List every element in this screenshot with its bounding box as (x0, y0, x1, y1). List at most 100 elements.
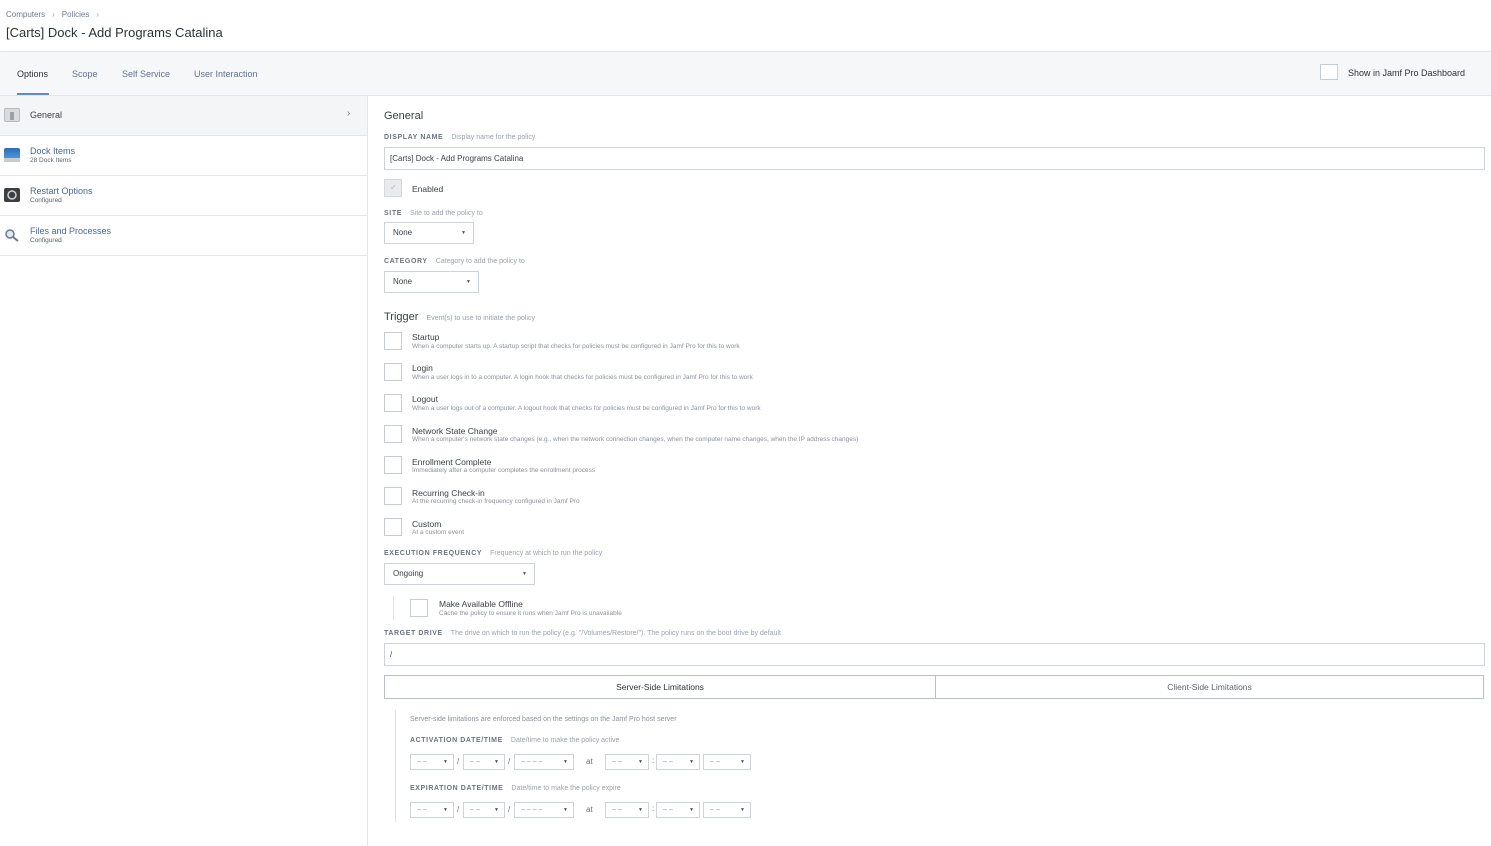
tab-scope[interactable]: Scope (72, 69, 98, 79)
dashboard-checkbox[interactable] (1320, 64, 1338, 80)
trigger-network-state-checkbox[interactable] (384, 425, 402, 443)
target-drive-field[interactable]: / (384, 643, 1485, 666)
expiration-hour-select[interactable]: – – ▼ (605, 802, 649, 818)
trigger-logout-desc: When a user logs out of a computer. A lo… (412, 405, 761, 412)
activation-day-select[interactable]: – – ▼ (463, 754, 505, 770)
trigger-network-state-title: Network State Change (412, 426, 498, 436)
activation-month-select[interactable]: – – ▼ (410, 754, 454, 770)
trigger-login-title: Login (412, 363, 433, 373)
chevron-down-icon: ▼ (494, 807, 499, 813)
offline-checkbox[interactable] (410, 599, 428, 617)
chevron-down-icon: ▼ (563, 759, 568, 765)
chevron-down-icon: ▼ (461, 230, 466, 236)
chevron-down-icon: ▼ (740, 759, 745, 765)
chevron-down-icon: ▼ (638, 759, 643, 765)
date-separator: / (457, 805, 460, 814)
trigger-enrollment-title: Enrollment Complete (412, 457, 492, 467)
chevron-down-icon: ▼ (563, 807, 568, 813)
trigger-hint: Event(s) to use to initiate the policy (426, 315, 535, 322)
expiration-label: EXPIRATION DATE/TIME Date/time to make th… (410, 785, 621, 792)
breadcrumb-computers[interactable]: Computers (6, 10, 45, 19)
chevron-down-icon: ▼ (638, 807, 643, 813)
target-drive-label-text: TARGET DRIVE (384, 630, 443, 637)
select-placeholder: – – (417, 806, 427, 813)
general-icon (4, 108, 20, 122)
site-label-text: SITE (384, 210, 402, 217)
enabled-checkbox[interactable] (384, 179, 402, 197)
breadcrumb-policies[interactable]: Policies (62, 10, 90, 19)
expiration-day-select[interactable]: – – ▼ (463, 802, 505, 818)
activation-minute-select[interactable]: – – ▼ (656, 754, 700, 770)
tab-server-side-limitations[interactable]: Server-Side Limitations (384, 675, 936, 699)
sidebar-item-restart-options[interactable]: Restart Options Configured (0, 176, 367, 216)
trigger-recurring-title: Recurring Check-in (412, 488, 485, 498)
select-placeholder: – – (663, 806, 673, 813)
execution-frequency-hint: Frequency at which to run the policy (490, 550, 603, 557)
execution-frequency-select[interactable]: Ongoing ▼ (384, 563, 535, 585)
activation-hour-select[interactable]: – – ▼ (605, 754, 649, 770)
expiration-year-select[interactable]: – – – – ▼ (514, 802, 574, 818)
site-select-value: None (393, 228, 413, 237)
sidebar-item-label: General (30, 110, 63, 120)
target-drive-hint: The drive on which to run the policy (e.… (450, 630, 781, 637)
select-placeholder: – – (470, 806, 480, 813)
trigger-custom-checkbox[interactable] (384, 518, 402, 536)
breadcrumb-separator: › (96, 10, 100, 19)
expiration-minute-select[interactable]: – – ▼ (656, 802, 700, 818)
chevron-down-icon: ▼ (443, 759, 448, 765)
select-placeholder: – – (612, 806, 622, 813)
limitations-note: Server-side limitations are enforced bas… (410, 716, 677, 723)
trigger-login-desc: When a user logs in to a computer. A log… (412, 374, 753, 381)
trigger-custom-desc: At a custom event (412, 529, 465, 536)
divider (393, 596, 394, 620)
site-select[interactable]: None ▼ (384, 222, 474, 244)
category-label: CATEGORY Category to add the policy to (384, 258, 525, 265)
activation-label-text: ACTIVATION DATE/TIME (410, 737, 503, 744)
magnifier-icon (4, 228, 20, 242)
category-select-value: None (393, 277, 413, 286)
tab-self-service[interactable]: Self Service (122, 69, 170, 79)
category-label-text: CATEGORY (384, 258, 428, 265)
trigger-startup-desc: When a computer starts up. A startup scr… (412, 343, 740, 350)
execution-frequency-label: EXECUTION FREQUENCY Frequency at which to… (384, 550, 602, 557)
trigger-recurring-checkbox[interactable] (384, 487, 402, 505)
activation-ampm-select[interactable]: – – ▼ (703, 754, 751, 770)
sidebar-item-general[interactable]: General › (0, 96, 367, 136)
breadcrumb: Computers › Policies › (6, 10, 106, 19)
expiration-ampm-select[interactable]: – – ▼ (703, 802, 751, 818)
trigger-logout-title: Logout (412, 394, 438, 404)
time-separator: : (652, 756, 655, 765)
offline-desc: Cache the policy to ensure it runs when … (439, 610, 622, 617)
site-label: SITE Site to add the policy to (384, 210, 483, 217)
trigger-title: Trigger (384, 311, 419, 323)
chevron-down-icon: ▼ (466, 279, 471, 285)
trigger-startup-checkbox[interactable] (384, 332, 402, 350)
trigger-header: Trigger Event(s) to use to initiate the p… (384, 307, 535, 325)
trigger-logout-checkbox[interactable] (384, 394, 402, 412)
page-header: Computers › Policies › [Carts] Dock - Add P… (0, 0, 1491, 52)
tab-client-side-limitations[interactable]: Client-Side Limitations (935, 675, 1484, 699)
display-name-label-text: DISPLAY NAME (384, 134, 444, 141)
trigger-login-checkbox[interactable] (384, 363, 402, 381)
chevron-down-icon: ▼ (689, 759, 694, 765)
expiration-month-select[interactable]: – – ▼ (410, 802, 454, 818)
tab-user-interaction[interactable]: User Interaction (194, 69, 258, 79)
sidebar-item-label: Files and Processes (30, 226, 112, 236)
trigger-network-state-desc: When a computer's network state changes … (412, 436, 859, 443)
trigger-enrollment-checkbox[interactable] (384, 456, 402, 474)
category-hint: Category to add the policy to (435, 258, 525, 265)
sidebar-item-subtitle: Configured (30, 237, 62, 244)
display-name-field[interactable]: [Carts] Dock - Add Programs Catalina (384, 147, 1485, 170)
sidebar: General › Dock Items 28 Dock Items Resta… (0, 96, 368, 846)
tab-options[interactable]: Options (17, 69, 48, 79)
sidebar-item-dock-items[interactable]: Dock Items 28 Dock Items (0, 136, 367, 176)
select-placeholder: – – – – (521, 806, 543, 813)
time-separator: : (652, 804, 655, 813)
category-select[interactable]: None ▼ (384, 271, 479, 293)
trigger-recurring-desc: At the recurring check-in frequency conf… (412, 498, 580, 505)
activation-hint: Date/time to make the policy active (510, 737, 620, 744)
dashboard-checkbox-label: Show in Jamf Pro Dashboard (1348, 68, 1466, 78)
activation-year-select[interactable]: – – – – ▼ (514, 754, 574, 770)
target-drive-label: TARGET DRIVE The drive on which to run th… (384, 630, 781, 637)
sidebar-item-files-and-processes[interactable]: Files and Processes Configured (0, 216, 367, 256)
